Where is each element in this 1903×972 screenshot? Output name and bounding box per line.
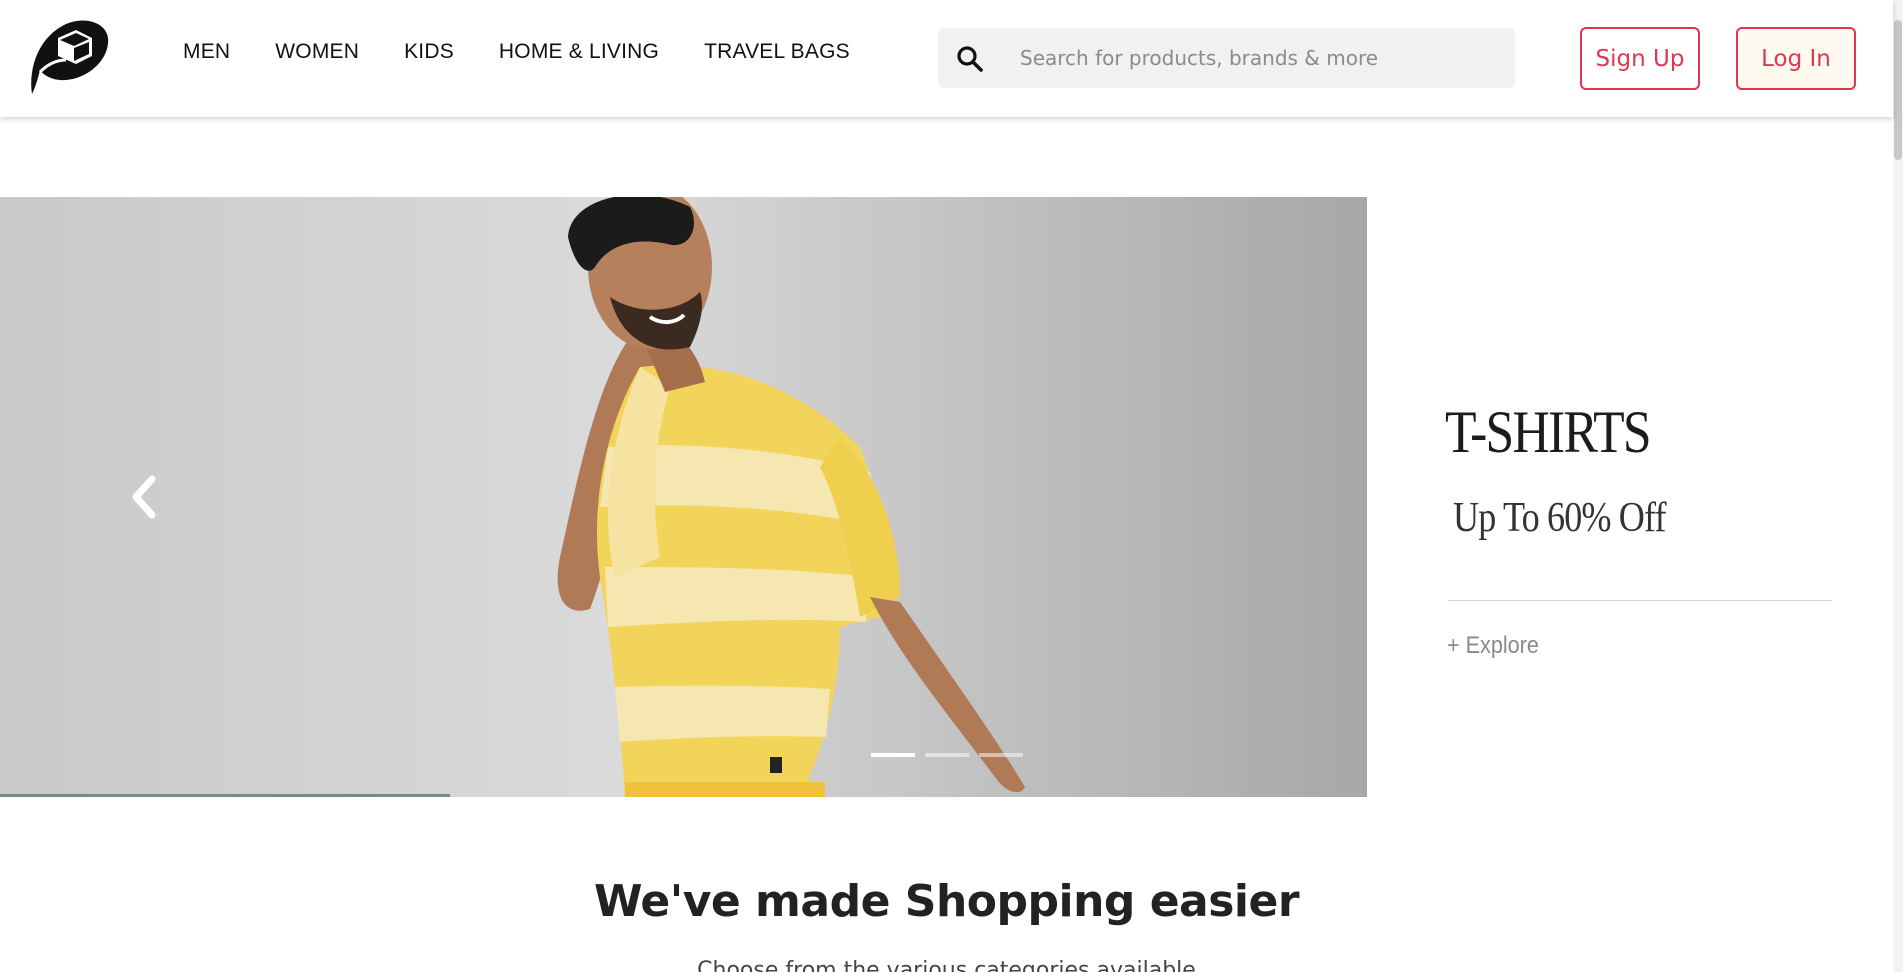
top-navbar: MEN WOMEN KIDS HOME & LIVING TRAVEL BAGS…: [0, 0, 1893, 117]
nav-men[interactable]: MEN: [183, 40, 230, 64]
login-button[interactable]: Log In: [1736, 27, 1856, 90]
main-nav: MEN WOMEN KIDS HOME & LIVING TRAVEL BAGS: [183, 40, 895, 64]
hero-banner-image: [0, 197, 1367, 797]
section-title: We've made Shopping easier: [593, 876, 1300, 927]
promo-title: T-SHIRTS: [1445, 399, 1652, 465]
carousel-bottom-edge: [0, 794, 450, 797]
nav-travel-bags[interactable]: TRAVEL BAGS: [704, 40, 850, 64]
signup-button[interactable]: Sign Up: [1580, 27, 1700, 90]
search-bar: [938, 28, 1515, 88]
brand-logo-icon[interactable]: [26, 16, 110, 98]
hero-carousel: [0, 197, 1367, 797]
nav-kids[interactable]: KIDS: [404, 40, 454, 64]
scrollbar-thumb[interactable]: [1894, 20, 1902, 160]
search-input[interactable]: [1020, 28, 1500, 88]
promo-divider: [1448, 600, 1832, 601]
promo-subtitle: Up To 60% Off: [1453, 495, 1667, 541]
nav-women[interactable]: WOMEN: [275, 40, 359, 64]
nav-home-living[interactable]: HOME & LIVING: [499, 40, 659, 64]
search-icon[interactable]: [956, 45, 984, 73]
explore-link[interactable]: + Explore: [1447, 632, 1539, 660]
carousel-indicator-2[interactable]: [925, 753, 969, 757]
carousel-indicator-3[interactable]: [979, 753, 1023, 757]
carousel-indicators: [871, 753, 1023, 757]
section-subtitle: Choose from the various categories avail…: [697, 958, 1196, 972]
chevron-left-icon[interactable]: [124, 473, 164, 521]
page-scrollbar[interactable]: [1893, 0, 1903, 972]
carousel-indicator-1[interactable]: [871, 753, 915, 757]
